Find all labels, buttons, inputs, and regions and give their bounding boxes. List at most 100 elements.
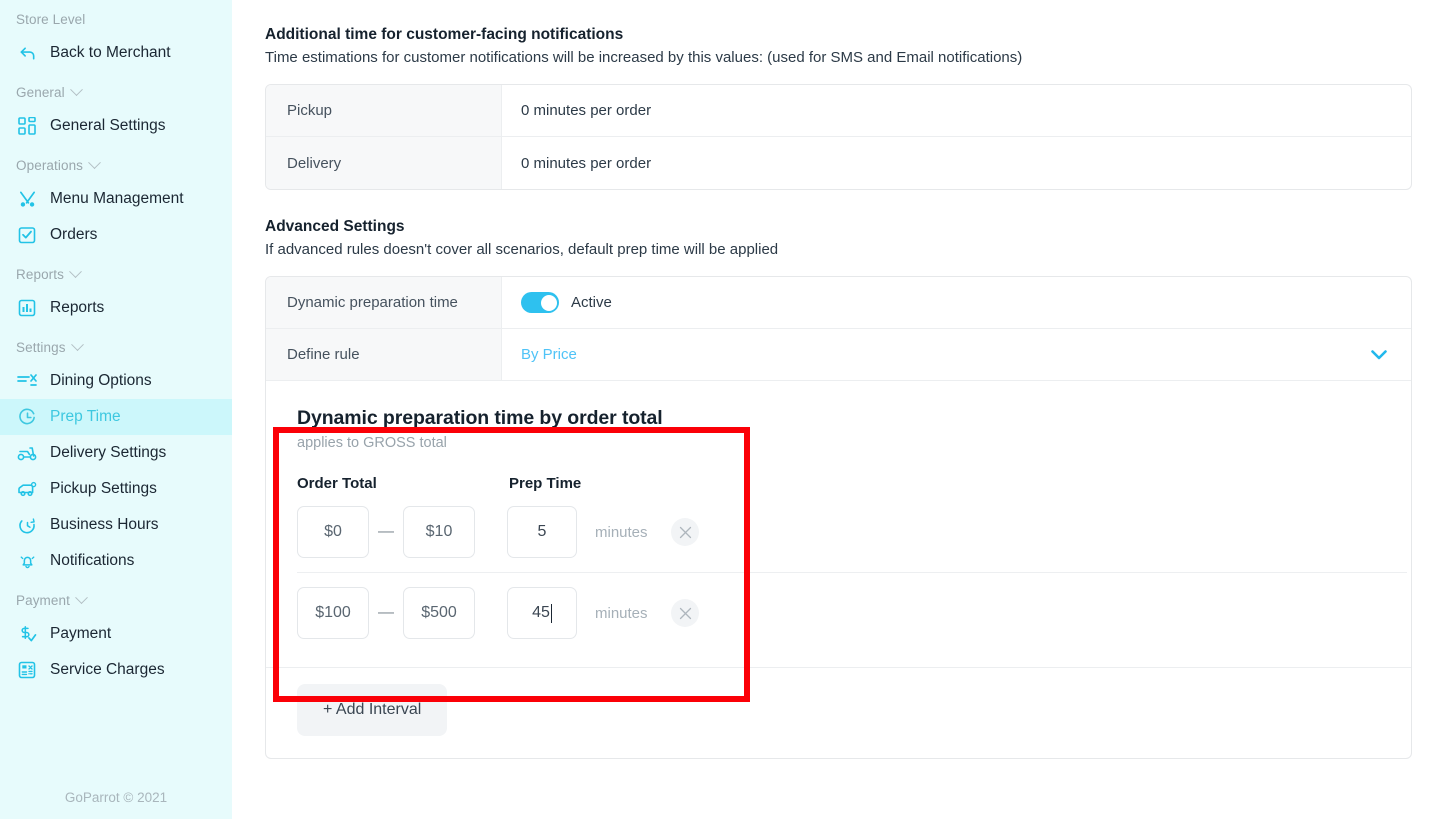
chevron-down-icon[interactable] — [69, 265, 82, 279]
sidebar-group-label-general[interactable]: General — [0, 83, 232, 100]
bell-icon — [17, 551, 37, 571]
remove-interval-button[interactable] — [671, 599, 699, 627]
sidebar-item-label: Delivery Settings — [50, 444, 167, 461]
interval-to-input[interactable]: $500 — [403, 587, 475, 639]
interval-from-input[interactable]: $100 — [297, 587, 369, 639]
bar-chart-icon — [17, 298, 37, 318]
sidebar-item-label: Service Charges — [50, 661, 165, 678]
sidebar-item-payment[interactable]: Payment — [0, 616, 232, 652]
sidebar-item-service-charges[interactable]: Service Charges — [0, 652, 232, 688]
interval-prep-time-input[interactable]: 5 — [507, 506, 577, 558]
row-label-delivery: Delivery — [266, 137, 502, 189]
interval-prep-time-input[interactable]: 45 — [507, 587, 577, 639]
sidebar-group-label-store-level: Store Level — [0, 12, 232, 27]
interval-to-input[interactable]: $10 — [403, 506, 475, 558]
add-interval-button[interactable]: + Add Interval — [297, 684, 448, 736]
notifications-section-subtitle: Time estimations for customer notificati… — [265, 49, 1023, 66]
advanced-section-subtitle: If advanced rules doesn't cover all scen… — [265, 241, 779, 258]
column-header-order-total: Order Total — [297, 475, 377, 492]
sidebar-group-title: Reports — [16, 267, 64, 282]
define-rule-value[interactable]: By Price — [502, 329, 1411, 380]
close-icon — [679, 607, 691, 619]
toggle-state-label: Active — [571, 294, 612, 311]
advanced-section-title: Advanced Settings — [265, 218, 405, 235]
range-dash: — — [378, 604, 394, 621]
clipboard-check-icon — [17, 225, 37, 245]
notifications-card: Pickup 0 minutes per order Delivery 0 mi… — [265, 84, 1412, 190]
dynamic-prep-row: Dynamic preparation time Active — [266, 277, 1411, 329]
chevron-down-icon[interactable] — [70, 338, 84, 352]
sidebar-item-label: Payment — [50, 625, 112, 642]
chevron-down-icon[interactable] — [88, 156, 101, 170]
sidebar-item-label: Notifications — [50, 552, 135, 569]
sidebar-item-pickup-settings[interactable]: Pickup Settings — [0, 471, 232, 507]
chevron-down-icon[interactable] — [1371, 349, 1387, 360]
sidebar-item-delivery-settings[interactable]: Delivery Settings — [0, 435, 232, 471]
define-rule-row: Define rule By Price — [266, 329, 1411, 381]
sidebar-group-label-reports[interactable]: Reports — [0, 265, 232, 282]
fork-knife-icon — [17, 189, 37, 209]
dynamic-prep-toggle[interactable] — [521, 292, 559, 313]
sidebar-item-label: Menu Management — [50, 190, 184, 207]
rule-editor-body: Dynamic preparation time by order total … — [266, 381, 1411, 667]
add-interval-wrap: + Add Interval — [266, 668, 448, 758]
chevron-down-icon[interactable] — [69, 83, 83, 97]
app-root: Store Level Back to Merchant General Genera… — [0, 0, 1446, 819]
grid-blocks-icon — [17, 116, 37, 136]
main-content: Additional time for customer-facing noti… — [232, 0, 1446, 819]
back-arrow-icon — [17, 43, 37, 63]
sidebar-item-dining-options[interactable]: Dining Options — [0, 363, 232, 399]
sidebar-item-label: Dining Options — [50, 372, 152, 389]
sidebar-item-orders[interactable]: Orders — [0, 217, 232, 253]
sidebar-group-label-payment[interactable]: Payment — [0, 591, 232, 608]
close-icon — [679, 526, 691, 538]
sidebar: Store Level Back to Merchant General Genera… — [0, 0, 232, 819]
receipt-calculator-icon — [17, 660, 37, 680]
sidebar-group-label-settings[interactable]: Settings — [0, 338, 232, 355]
sidebar-item-label: Orders — [50, 226, 98, 243]
sidebar-item-prep-time[interactable]: Prep Time — [0, 399, 232, 435]
define-rule-selected[interactable]: By Price — [521, 346, 577, 363]
sidebar-item-label: Business Hours — [50, 516, 159, 533]
table-row: Delivery 0 minutes per order — [266, 137, 1411, 189]
table-row: Pickup 0 minutes per order — [266, 85, 1411, 137]
dollar-check-icon — [17, 624, 37, 644]
interval-column-headers: Order Total Prep Time — [297, 475, 1411, 492]
row-label-pickup: Pickup — [266, 85, 502, 136]
sidebar-item-business-hours[interactable]: Business Hours — [0, 507, 232, 543]
car-pickup-icon — [17, 479, 37, 499]
sidebar-group-title: Store Level — [16, 12, 86, 27]
sidebar-item-back-to-merchant[interactable]: Back to Merchant — [0, 35, 232, 71]
minutes-unit-label: minutes — [595, 604, 648, 622]
sidebar-item-label: Reports — [50, 299, 105, 316]
rule-editor-subtitle: applies to GROSS total — [297, 435, 447, 451]
advanced-settings-card: Dynamic preparation time Active Define r… — [265, 276, 1412, 759]
sidebar-item-reports[interactable]: Reports — [0, 290, 232, 326]
scooter-icon — [17, 443, 37, 463]
sidebar-item-label: Pickup Settings — [50, 480, 157, 497]
remove-interval-button[interactable] — [671, 518, 699, 546]
interval-row: $100 — $500 45 minutes — [297, 573, 1407, 653]
sidebar-group-title: General — [16, 85, 65, 100]
row-value-delivery[interactable]: 0 minutes per order — [502, 137, 1411, 189]
sidebar-item-notifications[interactable]: Notifications — [0, 543, 232, 579]
dynamic-prep-label: Dynamic preparation time — [266, 277, 502, 328]
define-rule-label: Define rule — [266, 329, 502, 380]
text-cursor — [550, 603, 552, 623]
interval-from-input[interactable]: $0 — [297, 506, 369, 558]
sidebar-item-label: Back to Merchant — [50, 44, 171, 61]
sidebar-group-label-operations[interactable]: Operations — [0, 156, 232, 173]
clock-icon — [17, 407, 37, 427]
add-interval-row: + Add Interval — [266, 668, 1411, 758]
toggle-knob — [540, 294, 557, 311]
sidebar-item-general-settings[interactable]: General Settings — [0, 108, 232, 144]
sidebar-item-menu-management[interactable]: Menu Management — [0, 181, 232, 217]
rule-editor-row: Dynamic preparation time by order total … — [266, 381, 1411, 668]
sidebar-item-label: Prep Time — [50, 408, 121, 425]
chevron-down-icon[interactable] — [75, 591, 88, 605]
page-scrollbar[interactable] — [1432, 0, 1446, 819]
minutes-unit-label: minutes — [595, 523, 648, 541]
row-value-pickup[interactable]: 0 minutes per order — [502, 85, 1411, 136]
range-dash: — — [378, 523, 394, 540]
column-header-prep-time: Prep Time — [509, 475, 582, 492]
